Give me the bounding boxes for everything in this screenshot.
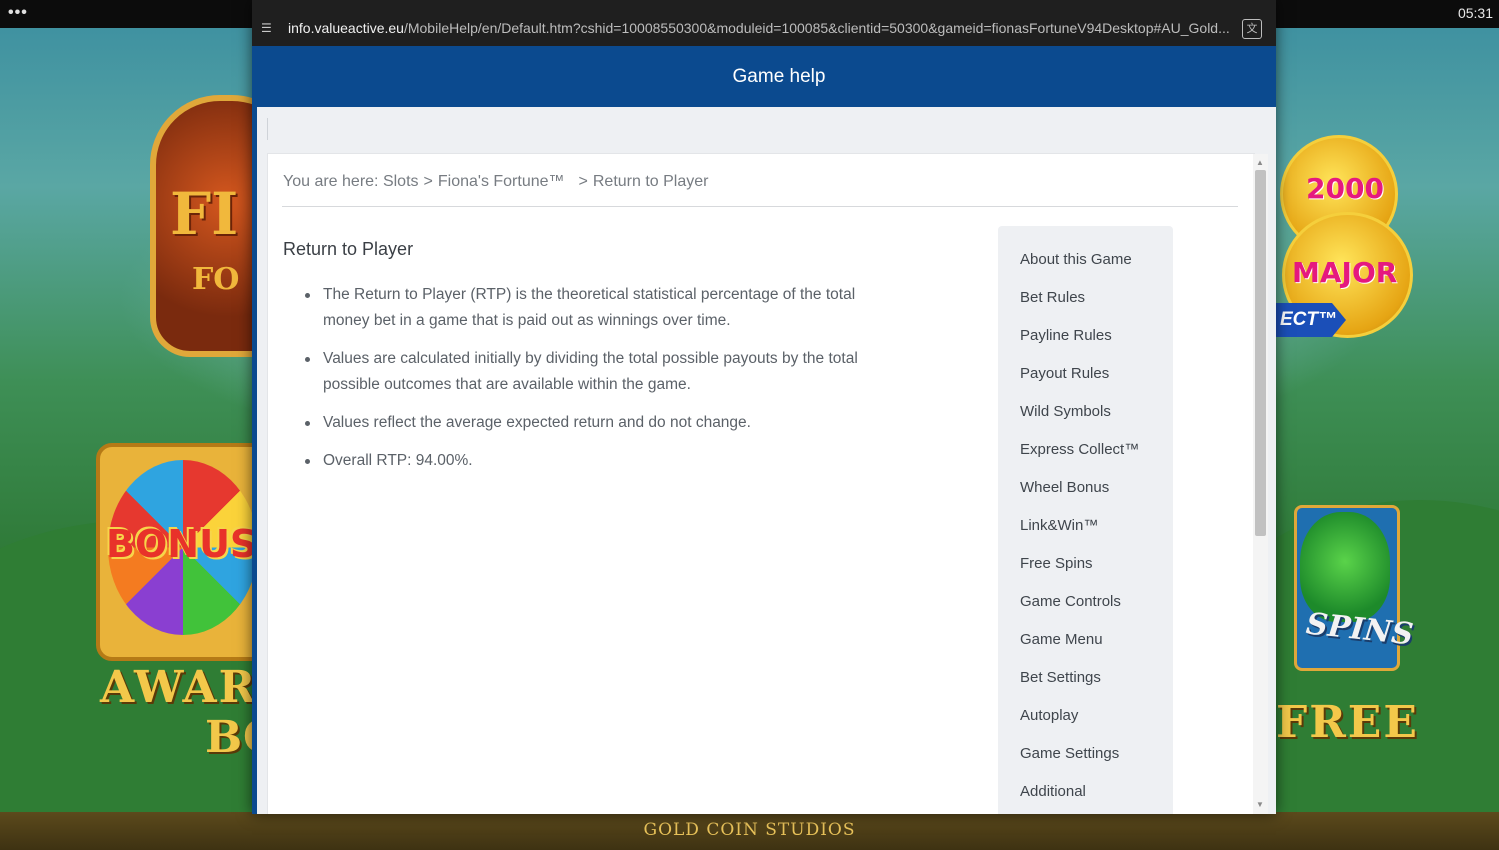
breadcrumb-divider	[282, 206, 1238, 207]
studio-name: GOLD COIN STUDIOS	[643, 820, 856, 840]
nav-item-bet-rules[interactable]: Bet Rules	[1020, 288, 1139, 326]
nav-item-about[interactable]: About this Game	[1020, 250, 1139, 288]
nav-item-additional[interactable]: Additional	[1020, 782, 1139, 814]
list-item: Values reflect the average expected retu…	[303, 410, 883, 436]
toolbar-divider	[267, 118, 268, 140]
address-bar[interactable]: ☰ info.valueactive.eu/MobileHelp/en/Defa…	[252, 10, 1276, 46]
nav-item-express-collect[interactable]: Express Collect™	[1020, 440, 1139, 478]
article-heading: Return to Player	[283, 239, 414, 259]
nav-item-wheel-bonus[interactable]: Wheel Bonus	[1020, 478, 1139, 516]
article-bullets: The Return to Player (RTP) is the theore…	[303, 282, 883, 486]
nav-item-link-win[interactable]: Link&Win™	[1020, 516, 1139, 554]
page-title: Game help	[732, 66, 826, 87]
nav-item-autoplay[interactable]: Autoplay	[1020, 706, 1139, 744]
tune-icon[interactable]: ☰	[261, 21, 275, 35]
app-header: Game help	[252, 46, 1276, 107]
menu-dots-icon[interactable]: •••	[8, 4, 28, 22]
nav-item-free-spins[interactable]: Free Spins	[1020, 554, 1139, 592]
express-collect-text: ECT™	[1280, 309, 1337, 330]
help-content-panel: You are here: Slots > Fiona's Fortune™ > Ret…	[267, 153, 1268, 814]
nav-item-bet-settings[interactable]: Bet Settings	[1020, 668, 1139, 706]
help-popup-window: ☰ info.valueactive.eu/MobileHelp/en/Defa…	[252, 0, 1276, 814]
nav-item-game-menu[interactable]: Game Menu	[1020, 630, 1139, 668]
scroll-up-icon[interactable]: ▲	[1256, 158, 1264, 167]
nav-item-payout-rules[interactable]: Payout Rules	[1020, 364, 1139, 402]
help-side-nav: About this Game Bet Rules Payline Rules …	[998, 226, 1173, 814]
breadcrumb-prefix: You are here:	[283, 173, 379, 190]
url-host: info.valueactive.eu	[288, 20, 404, 36]
bonus-label: BONUS	[106, 522, 258, 566]
window-titlebar[interactable]	[252, 0, 1276, 10]
breadcrumb: You are here: Slots > Fiona's Fortune™ > Ret…	[283, 173, 709, 190]
game-logo-text-bottom: FO	[192, 262, 240, 297]
nav-item-game-settings[interactable]: Game Settings	[1020, 744, 1139, 782]
nav-item-payline-rules[interactable]: Payline Rules	[1020, 326, 1139, 364]
url-text[interactable]: info.valueactive.eu/MobileHelp/en/Defaul…	[288, 20, 1238, 36]
clover-icon	[1300, 512, 1390, 622]
breadcrumb-slots[interactable]: Slots	[383, 173, 419, 190]
list-item: The Return to Player (RTP) is the theore…	[303, 282, 883, 334]
free-label: FREE	[1276, 697, 1419, 748]
breadcrumb-current: Return to Player	[592, 173, 709, 190]
jackpot-value: 2000	[1306, 172, 1384, 205]
nav-item-wild-symbols[interactable]: Wild Symbols	[1020, 402, 1139, 440]
list-item: Values are calculated initially by divid…	[303, 346, 883, 398]
list-item: Overall RTP: 94.00%.	[303, 448, 883, 474]
clock: 05:31	[1457, 5, 1493, 21]
url-path: /MobileHelp/en/Default.htm?cshid=1000855…	[403, 20, 1230, 36]
nav-item-game-controls[interactable]: Game Controls	[1020, 592, 1139, 630]
left-accent-stripe	[252, 107, 257, 814]
scroll-down-icon[interactable]: ▼	[1256, 800, 1264, 809]
translate-icon[interactable]: 文	[1242, 19, 1262, 39]
scrollbar-thumb[interactable]	[1255, 170, 1266, 536]
game-logo-text-top: FI	[170, 180, 239, 248]
jackpot-major-label: MAJOR	[1292, 256, 1398, 289]
breadcrumb-game[interactable]: Fiona's Fortune™	[438, 173, 565, 190]
